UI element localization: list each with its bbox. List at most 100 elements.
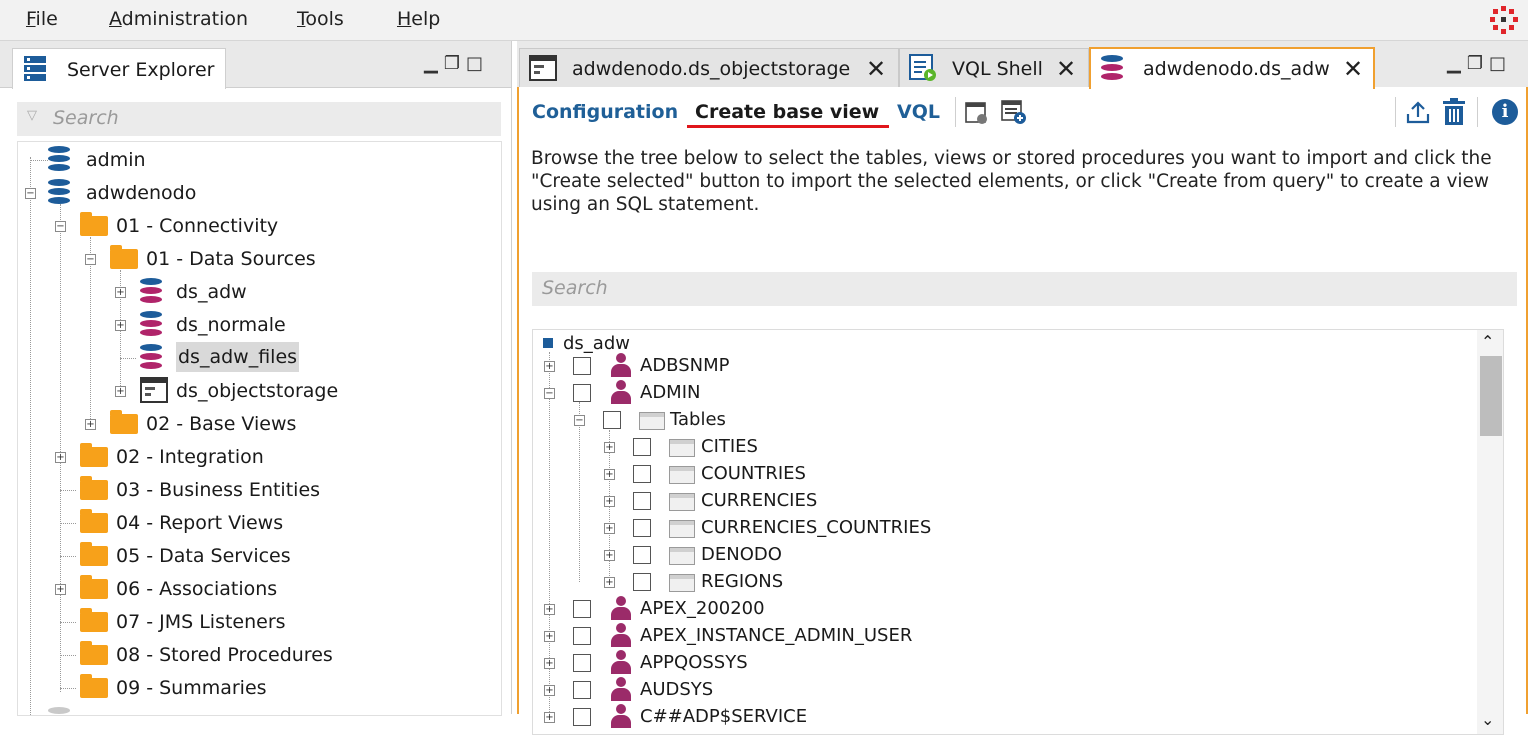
minimize-icon[interactable]: ▁ xyxy=(1447,53,1467,74)
expand-icon[interactable]: + xyxy=(55,452,66,463)
expand-icon[interactable]: + xyxy=(604,469,615,480)
scroll-down-icon[interactable]: ⌄ xyxy=(1481,710,1494,729)
checkbox[interactable] xyxy=(573,681,591,699)
tree-item-ds-objectstorage[interactable]: ds_objectstorage xyxy=(176,376,338,406)
expand-icon[interactable]: + xyxy=(604,577,615,588)
schema-user-icon xyxy=(611,623,631,647)
tree-item-integration[interactable]: 02 - Integration xyxy=(116,442,264,472)
restore-icon[interactable]: ❐ xyxy=(1467,53,1489,74)
restore-icon[interactable]: ❐ xyxy=(444,53,466,74)
tree-item-tables[interactable]: Tables xyxy=(670,406,726,433)
expand-icon[interactable]: + xyxy=(544,604,555,615)
expand-icon[interactable]: + xyxy=(604,550,615,561)
checkbox[interactable] xyxy=(573,708,591,726)
collapse-icon[interactable]: − xyxy=(25,188,36,199)
tree-item-report-views[interactable]: 04 - Report Views xyxy=(116,508,283,538)
tree-item-associations[interactable]: 06 - Associations xyxy=(116,574,277,604)
tree-item-jms-listeners[interactable]: 07 - JMS Listeners xyxy=(116,607,286,637)
create-selected-icon[interactable] xyxy=(1001,99,1027,125)
tab-ds-adw[interactable]: adwdenodo.ds_adw ✕ xyxy=(1089,47,1375,89)
close-icon[interactable]: ✕ xyxy=(1343,55,1363,83)
menu-help[interactable]: Help xyxy=(397,8,440,30)
checkbox[interactable] xyxy=(633,465,651,483)
export-icon[interactable] xyxy=(1405,99,1431,125)
tree-item-denodo[interactable]: DENODO xyxy=(701,541,782,568)
checkbox[interactable] xyxy=(573,654,591,672)
maximize-icon[interactable]: □ xyxy=(466,53,489,74)
expand-icon[interactable]: + xyxy=(115,320,126,331)
tab-vql-shell[interactable]: VQL Shell ✕ xyxy=(899,48,1089,87)
tree-item-ds-adw-files[interactable]: ds_adw_files xyxy=(176,342,300,372)
scroll-up-icon[interactable]: ⌃ xyxy=(1481,332,1494,351)
tree-item-admin-schema[interactable]: ADMIN xyxy=(640,379,700,406)
checkbox[interactable] xyxy=(603,411,621,429)
expand-icon[interactable]: + xyxy=(544,658,555,669)
tree-item-audsys[interactable]: AUDSYS xyxy=(640,676,713,703)
expand-icon[interactable]: + xyxy=(604,523,615,534)
server-explorer-search[interactable]: ▽ Search xyxy=(17,102,501,136)
tree-item-ds-normale[interactable]: ds_normale xyxy=(176,310,286,340)
collapse-icon[interactable]: − xyxy=(574,415,585,426)
expand-icon[interactable]: + xyxy=(55,584,66,595)
menu-tools[interactable]: Tools xyxy=(297,8,344,30)
tree-item-currencies-countries[interactable]: CURRENCIES_COUNTRIES xyxy=(701,514,931,541)
maximize-icon[interactable]: □ xyxy=(1489,53,1512,74)
tree-scrollbar[interactable]: ⌃ ⌄ xyxy=(1477,330,1503,734)
checkbox[interactable] xyxy=(573,357,591,375)
checkbox[interactable] xyxy=(633,546,651,564)
tree-item-apex-instance-admin-user[interactable]: APEX_INSTANCE_ADMIN_USER xyxy=(640,622,912,649)
expand-icon[interactable]: + xyxy=(604,442,615,453)
create-from-query-icon[interactable] xyxy=(965,101,989,125)
tree-item-apex-200200[interactable]: APEX_200200 xyxy=(640,595,765,622)
tree-item-ds-adw[interactable]: ds_adw xyxy=(176,277,247,307)
tree-item-currencies[interactable]: CURRENCIES xyxy=(701,487,817,514)
collapse-icon[interactable]: − xyxy=(55,221,66,232)
tree-item-countries[interactable]: COUNTRIES xyxy=(701,460,806,487)
tree-item-adbsnmp[interactable]: ADBSNMP xyxy=(640,352,729,379)
tab-ds-objectstorage[interactable]: adwdenodo.ds_objectstorage ✕ xyxy=(519,48,899,87)
tree-item-summaries[interactable]: 09 - Summaries xyxy=(116,673,267,703)
expand-icon[interactable]: + xyxy=(115,287,126,298)
info-icon[interactable]: i xyxy=(1492,99,1518,125)
close-icon[interactable]: ✕ xyxy=(866,55,886,83)
tree-item-data-sources[interactable]: 01 - Data Sources xyxy=(146,244,316,274)
checkbox[interactable] xyxy=(573,600,591,618)
tree-item-cities[interactable]: CITIES xyxy=(701,433,758,460)
checkbox[interactable] xyxy=(573,384,591,402)
checkbox[interactable] xyxy=(633,492,651,510)
menu-file[interactable]: File xyxy=(26,8,58,30)
tree-item-adwdenodo[interactable]: adwdenodo xyxy=(86,178,196,208)
expand-icon[interactable]: + xyxy=(115,386,126,397)
expand-icon[interactable]: + xyxy=(544,685,555,696)
trash-icon[interactable] xyxy=(1441,98,1467,126)
tree-item-connectivity[interactable]: 01 - Connectivity xyxy=(116,211,278,241)
tab-server-explorer[interactable]: Server Explorer xyxy=(12,48,226,89)
checkbox[interactable] xyxy=(633,519,651,537)
subtab-configuration[interactable]: Configuration xyxy=(532,101,678,123)
tree-item-data-services[interactable]: 05 - Data Services xyxy=(116,541,291,571)
expand-icon[interactable]: + xyxy=(85,419,96,430)
checkbox[interactable] xyxy=(633,438,651,456)
tree-item-base-views[interactable]: 02 - Base Views xyxy=(146,409,296,439)
tree-item-stored-procedures[interactable]: 08 - Stored Procedures xyxy=(116,640,333,670)
checkbox[interactable] xyxy=(633,573,651,591)
tree-item-regions[interactable]: REGIONS xyxy=(701,568,783,595)
tree-item-appqossys[interactable]: APPQOSSYS xyxy=(640,649,748,676)
expand-icon[interactable]: + xyxy=(544,361,555,372)
tree-item-c-adp-service[interactable]: C##ADP$SERVICE xyxy=(640,703,807,730)
close-icon[interactable]: ✕ xyxy=(1056,55,1076,83)
folder-icon xyxy=(80,608,108,632)
subtab-vql[interactable]: VQL xyxy=(897,101,940,123)
collapse-icon[interactable]: − xyxy=(544,388,555,399)
subtab-create-base-view[interactable]: Create base view xyxy=(695,101,879,123)
expand-icon[interactable]: + xyxy=(544,631,555,642)
expand-icon[interactable]: + xyxy=(604,496,615,507)
minimize-icon[interactable]: ▁ xyxy=(424,53,444,74)
menu-administration[interactable]: Administration xyxy=(109,8,248,30)
checkbox[interactable] xyxy=(573,627,591,645)
collapse-icon[interactable]: − xyxy=(85,254,96,265)
source-tree-search[interactable]: Search xyxy=(532,272,1517,306)
tree-item-admin[interactable]: admin xyxy=(86,145,146,175)
tree-item-business-entities[interactable]: 03 - Business Entities xyxy=(116,475,320,505)
scrollbar-thumb[interactable] xyxy=(1480,356,1502,436)
